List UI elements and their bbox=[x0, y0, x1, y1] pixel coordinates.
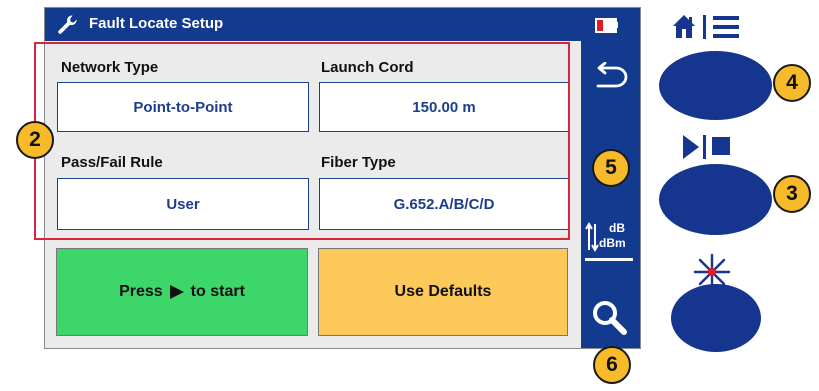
underline bbox=[585, 258, 633, 261]
use-defaults-button[interactable]: Use Defaults bbox=[318, 248, 568, 336]
play-stop-button[interactable] bbox=[659, 164, 772, 235]
up-down-arrows-icon bbox=[585, 222, 599, 252]
back-arrow-icon[interactable] bbox=[590, 62, 630, 92]
start-button[interactable]: Press to start bbox=[56, 248, 308, 336]
play-icon bbox=[169, 285, 184, 299]
battery-low-icon bbox=[595, 18, 617, 33]
start-prefix: Press bbox=[119, 283, 163, 300]
wrench-icon bbox=[58, 15, 77, 34]
sidebar: dB dBm bbox=[581, 41, 640, 348]
callout-5: 5 bbox=[592, 149, 630, 187]
db-label: dB bbox=[609, 221, 625, 235]
battery-tip bbox=[615, 22, 618, 28]
callout-3: 3 bbox=[773, 175, 811, 213]
home-menu-button[interactable] bbox=[659, 51, 772, 120]
start-suffix: to start bbox=[190, 283, 245, 300]
dbm-label: dBm bbox=[599, 236, 626, 250]
magnifier-icon[interactable] bbox=[590, 298, 630, 338]
callout-2: 2 bbox=[16, 121, 54, 159]
home-menu-icon bbox=[673, 15, 739, 39]
page-title: Fault Locate Setup bbox=[89, 15, 224, 32]
title-bar: Fault Locate Setup bbox=[45, 8, 640, 41]
play-stop-icon bbox=[683, 135, 730, 159]
callout-4: 4 bbox=[773, 64, 811, 102]
db-dbm-toggle-icon[interactable]: dB dBm bbox=[585, 220, 637, 270]
setup-highlight-box bbox=[34, 42, 570, 240]
callout-6: 6 bbox=[593, 346, 631, 384]
laser-button[interactable] bbox=[671, 284, 761, 352]
